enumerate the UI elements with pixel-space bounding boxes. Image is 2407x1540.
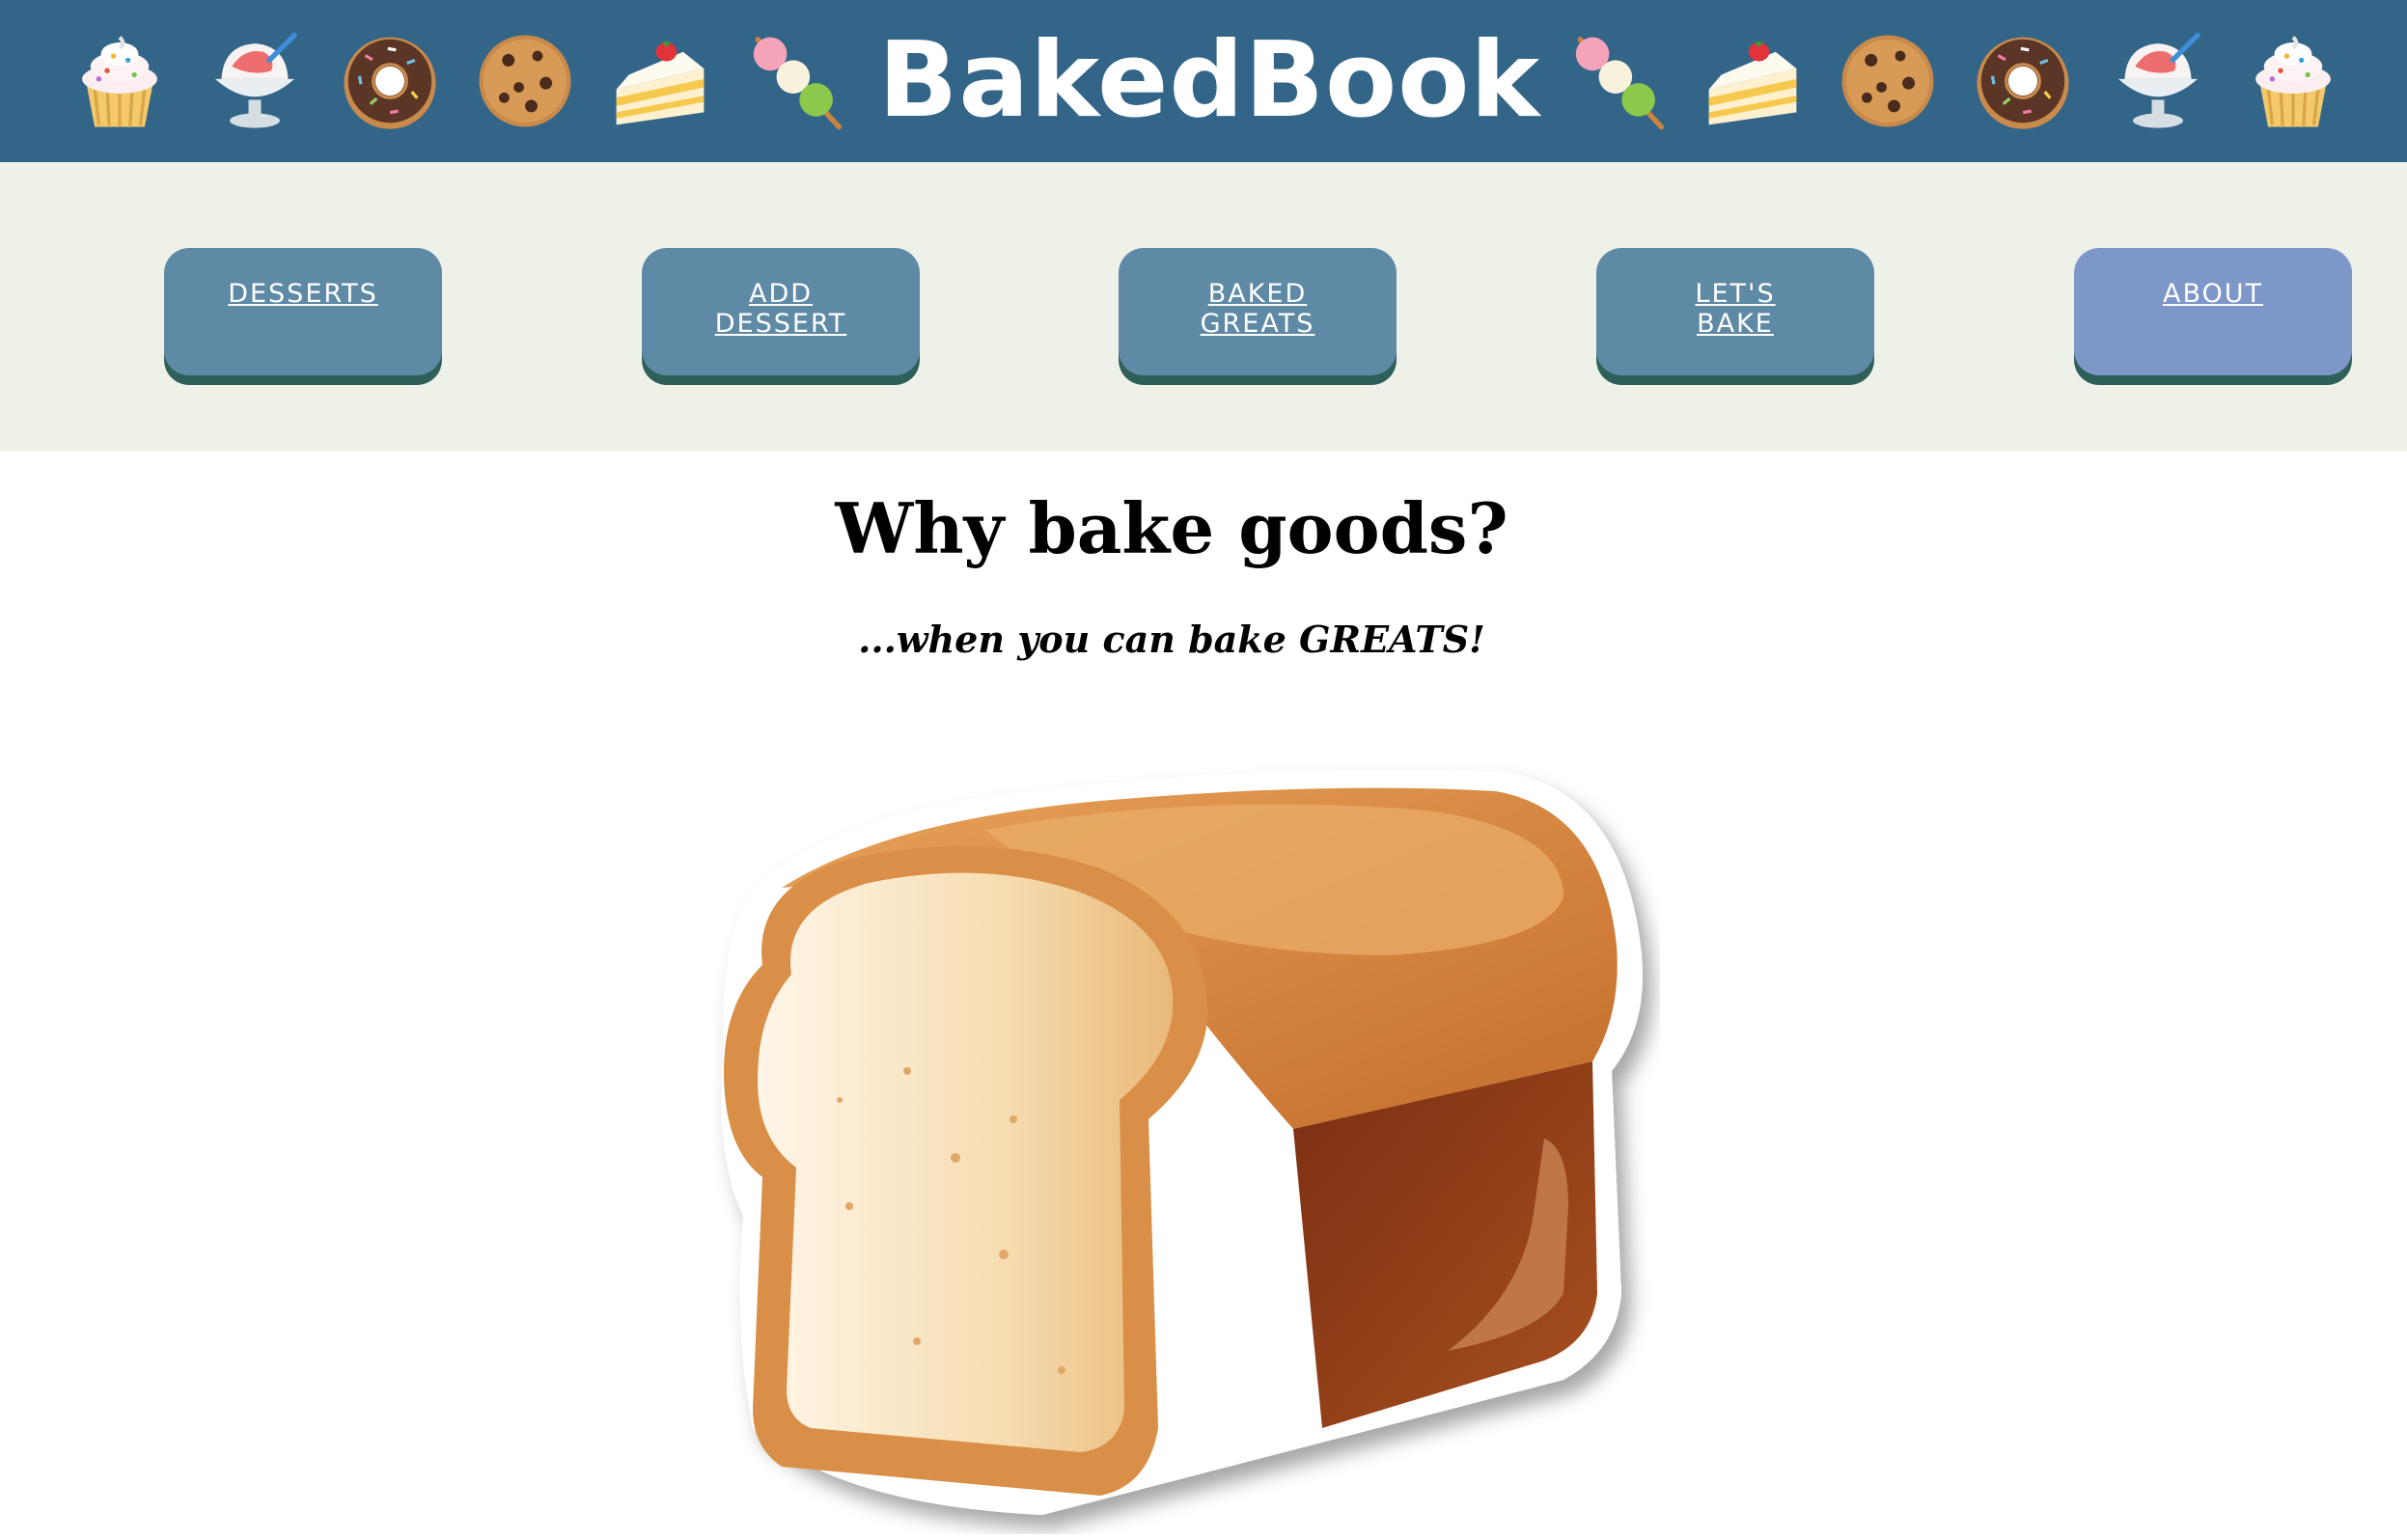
header-banner: BakedBook — [68, 0, 2376, 162]
nav-label: ABOUT — [2162, 279, 2264, 309]
nav-desserts-button[interactable]: DESSERTS — [164, 248, 442, 375]
nav-label: GREATS — [1200, 309, 1315, 339]
dango-icon — [1565, 29, 1670, 133]
nav-label: LET'S — [1695, 279, 1776, 309]
nav-label: ADD — [748, 279, 814, 309]
nav-label: BAKE — [1697, 309, 1774, 339]
nav-lets-bake-button[interactable]: LET'S BAKE — [1596, 248, 1874, 375]
nav-label: DESSERT — [714, 309, 847, 339]
nav-label: DESSERTS — [228, 279, 378, 309]
donut-icon — [1971, 29, 2075, 133]
cupcake-icon — [2241, 29, 2345, 133]
cookie-icon — [473, 29, 577, 133]
site-header: BakedBook — [0, 0, 2407, 162]
nav-about-button[interactable]: ABOUT — [2074, 248, 2352, 375]
cupcake-icon — [68, 29, 172, 133]
donut-icon — [338, 29, 442, 133]
dango-icon — [743, 29, 847, 133]
nav-label: BAKED — [1207, 279, 1308, 309]
bread-loaf-image — [721, 769, 1643, 1515]
shaved-ice-icon — [2106, 29, 2210, 133]
navigation-bar: DESSERTS ADD DESSERT BAKED GREATS LET'S … — [0, 162, 2407, 452]
nav-baked-greats-button[interactable]: BAKED GREATS — [1119, 248, 1397, 375]
site-logo-text[interactable]: BakedBook — [878, 0, 1540, 162]
page-title: Why bake goods? — [835, 487, 1508, 569]
nav-add-dessert-button[interactable]: ADD DESSERT — [642, 248, 920, 375]
cookie-icon — [1836, 29, 1940, 133]
page-subtitle: ...when you can bake GREATS! — [858, 618, 1485, 661]
cake-slice-icon — [608, 29, 712, 133]
shaved-ice-icon — [203, 29, 307, 133]
cake-slice-icon — [1701, 29, 1805, 133]
